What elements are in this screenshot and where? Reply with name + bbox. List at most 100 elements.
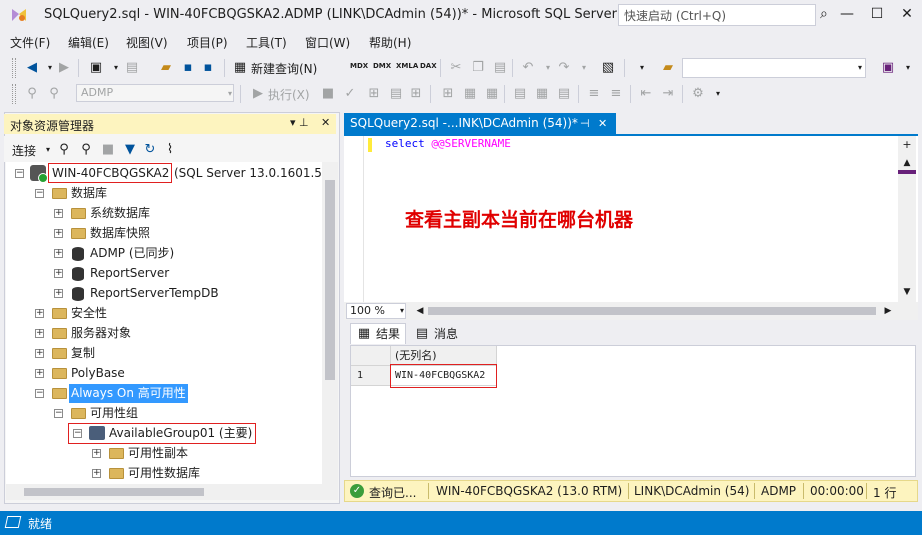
dropdown-arrow-icon[interactable]: ▾ bbox=[394, 303, 410, 319]
increase-indent-icon[interactable]: ⇥ bbox=[660, 86, 676, 102]
dropdown-arrow-icon[interactable]: ▾ bbox=[222, 86, 238, 102]
expand-icon[interactable]: + bbox=[35, 309, 44, 318]
connect-icon[interactable]: ⚲ bbox=[24, 86, 40, 102]
collapse-icon[interactable]: − bbox=[54, 409, 63, 418]
properties-icon[interactable]: ▣ bbox=[880, 60, 896, 76]
mdx-query-button[interactable]: MDX bbox=[350, 62, 368, 70]
save-icon[interactable]: ▪ bbox=[180, 60, 196, 76]
expand-icon[interactable]: + bbox=[35, 369, 44, 378]
expand-icon[interactable]: + bbox=[35, 349, 44, 358]
tree-node-system-databases[interactable]: 系统数据库 bbox=[90, 203, 150, 223]
tree-node-always-on[interactable]: Always On 高可用性 bbox=[69, 384, 188, 403]
activity-icon[interactable]: ⌇ bbox=[162, 142, 178, 158]
refresh-icon[interactable]: ↻ bbox=[142, 142, 158, 158]
intellisense-icon[interactable]: ⊞ bbox=[408, 86, 424, 102]
scroll-right-icon[interactable]: ▶ bbox=[880, 303, 896, 319]
disconnect-explorer-icon[interactable]: ⚲ bbox=[78, 142, 94, 158]
tree-node-reportservertempdb[interactable]: ReportServerTempDB bbox=[90, 283, 219, 303]
editor-code-line[interactable]: select @@SERVERNAME bbox=[385, 137, 511, 150]
redo-icon[interactable]: ↷ bbox=[556, 60, 572, 76]
connect-button[interactable]: 连接 bbox=[12, 142, 36, 159]
menu-project[interactable]: 项目(P) bbox=[187, 34, 228, 51]
find-in-files-icon[interactable]: ▰ bbox=[660, 60, 676, 76]
tree-node-availablegroup01[interactable]: AvailableGroup01 (主要) bbox=[109, 423, 252, 443]
tree-node-reportserver[interactable]: ReportServer bbox=[90, 263, 169, 283]
dropdown-arrow-icon[interactable]: ▾ bbox=[576, 60, 592, 76]
scroll-down-icon[interactable]: ▼ bbox=[899, 284, 915, 300]
tree-node-server[interactable]: WIN-40FCBQGSKA2 bbox=[52, 163, 169, 183]
collapse-icon[interactable]: − bbox=[35, 389, 44, 398]
dropdown-arrow-icon[interactable]: ▾ bbox=[634, 60, 650, 76]
display-plan-icon[interactable]: ⊞ bbox=[366, 86, 382, 102]
live-stats-icon[interactable]: ▦ bbox=[462, 86, 478, 102]
back-icon[interactable]: ◀ bbox=[24, 60, 40, 76]
expand-icon[interactable]: + bbox=[54, 289, 63, 298]
tree-node-polybase[interactable]: PolyBase bbox=[71, 363, 125, 383]
execute-icon[interactable]: ▶ bbox=[250, 86, 266, 102]
client-stats-icon[interactable]: ▦ bbox=[484, 86, 500, 102]
expand-icon[interactable]: + bbox=[54, 229, 63, 238]
decrease-indent-icon[interactable]: ⇤ bbox=[638, 86, 654, 102]
cancel-query-icon[interactable]: ■ bbox=[320, 86, 336, 102]
restore-button[interactable]: ☐ bbox=[862, 0, 892, 30]
expand-icon[interactable]: + bbox=[54, 209, 63, 218]
copy-icon[interactable]: ❐ bbox=[470, 60, 486, 76]
query-designer-icon[interactable]: ▤ bbox=[388, 86, 404, 102]
output-window-icon[interactable] bbox=[4, 516, 22, 528]
tab-results-label[interactable]: 结果 bbox=[354, 324, 400, 344]
dropdown-arrow-icon[interactable]: ▾ bbox=[852, 60, 868, 76]
scrollbar-thumb[interactable] bbox=[325, 180, 335, 380]
disconnect-icon[interactable]: ⚲ bbox=[46, 86, 62, 102]
xmla-query-button[interactable]: XMLA bbox=[396, 62, 418, 70]
panel-pin-icon[interactable]: ▾ ⊥ bbox=[290, 116, 309, 129]
split-icon[interactable]: + bbox=[902, 138, 912, 151]
open-file-icon[interactable]: ▰ bbox=[158, 60, 174, 76]
tree-node-database-snapshots[interactable]: 数据库快照 bbox=[90, 223, 150, 243]
scrollbar-thumb[interactable] bbox=[428, 307, 876, 315]
tree-node-admp[interactable]: ADMP (已同步) bbox=[90, 243, 174, 263]
parse-icon[interactable]: ✓ bbox=[342, 86, 358, 102]
dropdown-arrow-icon[interactable]: ▾ bbox=[108, 60, 124, 76]
minimize-button[interactable]: — bbox=[832, 0, 862, 30]
menu-help[interactable]: 帮助(H) bbox=[369, 34, 411, 51]
scroll-left-icon[interactable]: ◀ bbox=[412, 303, 428, 319]
grid-column-header[interactable]: (无列名) bbox=[391, 346, 497, 366]
collapse-icon[interactable]: − bbox=[35, 189, 44, 198]
tree-node-server-objects[interactable]: 服务器对象 bbox=[71, 323, 131, 343]
new-query-icon[interactable]: ▦ bbox=[232, 60, 248, 76]
new-query-button[interactable]: 新建查询(N) bbox=[251, 60, 317, 77]
save-all-icon[interactable]: ▪ bbox=[200, 60, 216, 76]
results-to-text-icon[interactable]: ▤ bbox=[512, 86, 528, 102]
tab-messages[interactable]: 消息 bbox=[412, 324, 458, 344]
menu-tools[interactable]: 工具(T) bbox=[246, 34, 287, 51]
grid-row-header-corner[interactable] bbox=[351, 346, 391, 366]
include-plan-icon[interactable]: ⊞ bbox=[440, 86, 456, 102]
close-button[interactable]: ✕ bbox=[892, 0, 922, 30]
tab-close-button[interactable]: ✕ bbox=[598, 117, 607, 130]
cut-icon[interactable]: ✂ bbox=[448, 60, 464, 76]
tab-pin-icon[interactable]: ⊣ bbox=[580, 117, 590, 130]
undo-icon[interactable]: ↶ bbox=[520, 60, 536, 76]
collapse-icon[interactable]: − bbox=[73, 429, 82, 438]
specify-values-icon[interactable]: ⚙ bbox=[690, 86, 706, 102]
new-project-icon[interactable]: ▣ bbox=[88, 60, 104, 76]
quick-launch-input[interactable]: 快速启动 (Ctrl+Q) bbox=[618, 4, 816, 26]
tree-node-replication[interactable]: 复制 bbox=[71, 343, 95, 363]
results-to-file-icon[interactable]: ▤ bbox=[556, 86, 572, 102]
comment-icon[interactable]: ≡ bbox=[586, 86, 602, 102]
menu-file[interactable]: 文件(F) bbox=[10, 34, 50, 51]
paste-icon[interactable]: ▤ bbox=[492, 60, 508, 76]
activity-monitor-icon[interactable]: ▧ bbox=[600, 60, 616, 76]
dropdown-arrow-icon[interactable]: ▾ bbox=[710, 86, 726, 102]
connect-explorer-icon[interactable]: ⚲ bbox=[56, 142, 72, 158]
menu-view[interactable]: 视图(V) bbox=[126, 34, 168, 51]
filter-icon[interactable]: ▼ bbox=[122, 142, 138, 158]
grid-row-number[interactable]: 1 bbox=[351, 366, 391, 386]
add-item-icon[interactable]: ▤ bbox=[124, 60, 140, 76]
dropdown-arrow-icon[interactable]: ▾ bbox=[900, 60, 916, 76]
tree-node-availability-databases[interactable]: 可用性数据库 bbox=[128, 463, 200, 483]
results-to-grid-icon[interactable]: ▦ bbox=[534, 86, 550, 102]
dax-query-button[interactable]: DAX bbox=[420, 62, 437, 70]
uncomment-icon[interactable]: ≡ bbox=[608, 86, 624, 102]
stop-icon[interactable]: ■ bbox=[100, 142, 116, 158]
